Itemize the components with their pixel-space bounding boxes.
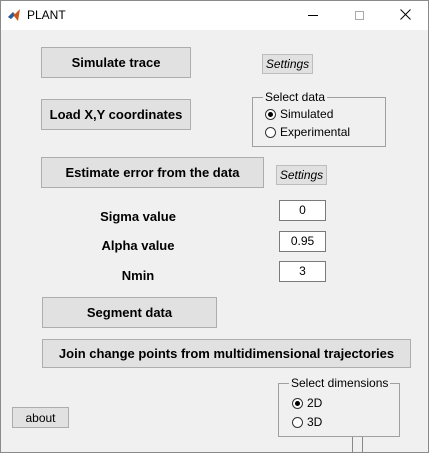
nmin-field[interactable]: 3 — [279, 261, 326, 282]
radio-experimental-label: Experimental — [280, 125, 351, 139]
select-data-group: Select data Simulated Experimental — [252, 90, 386, 147]
radio-experimental-indicator[interactable] — [265, 126, 276, 138]
sigma-field[interactable]: 0 — [279, 200, 326, 221]
radio-3d[interactable]: 3D — [292, 415, 322, 429]
select-data-title: Select data — [263, 90, 328, 104]
estimate-error-button[interactable]: Estimate error from the data — [41, 157, 264, 188]
simulate-trace-button[interactable]: Simulate trace — [41, 47, 191, 78]
minimize-button[interactable] — [290, 1, 336, 30]
radio-2d[interactable]: 2D — [292, 396, 322, 410]
radio-2d-label: 2D — [307, 396, 323, 410]
simulate-settings-button[interactable]: Settings — [262, 54, 313, 74]
select-dimensions-group: Select dimensions 2D 3D — [278, 376, 400, 437]
alpha-field[interactable]: 0.95 — [279, 231, 326, 252]
plant-window: PLANT Simulate trace Settings Load X,Y c… — [0, 0, 429, 453]
radio-simulated-label: Simulated — [280, 107, 334, 121]
radio-experimental[interactable]: Experimental — [265, 125, 350, 139]
title-bar[interactable]: PLANT — [1, 1, 428, 30]
close-button[interactable] — [382, 1, 428, 30]
nmin-label: Nmin — [121, 268, 155, 283]
matlab-logo-icon — [7, 8, 21, 22]
radio-simulated[interactable]: Simulated — [265, 107, 333, 121]
about-button[interactable]: about — [12, 407, 69, 428]
radio-2d-indicator[interactable] — [292, 397, 303, 409]
radio-3d-indicator[interactable] — [292, 416, 303, 428]
radio-3d-label: 3D — [307, 415, 323, 429]
radio-simulated-indicator[interactable] — [265, 108, 276, 120]
divider — [352, 437, 353, 452]
maximize-button[interactable] — [336, 1, 382, 30]
segment-data-button[interactable]: Segment data — [42, 297, 217, 328]
sigma-label: Sigma value — [100, 209, 176, 224]
close-icon — [399, 7, 411, 25]
divider — [362, 437, 363, 452]
estimate-settings-button[interactable]: Settings — [276, 165, 327, 185]
alpha-label: Alpha value — [101, 238, 175, 253]
window-title: PLANT — [27, 8, 66, 22]
join-change-points-button[interactable]: Join change points from multidimensional… — [42, 339, 411, 368]
minimize-icon — [308, 15, 318, 16]
load-xy-button[interactable]: Load X,Y coordinates — [41, 99, 191, 130]
select-dimensions-title: Select dimensions — [289, 376, 391, 390]
maximize-icon — [354, 11, 364, 20]
